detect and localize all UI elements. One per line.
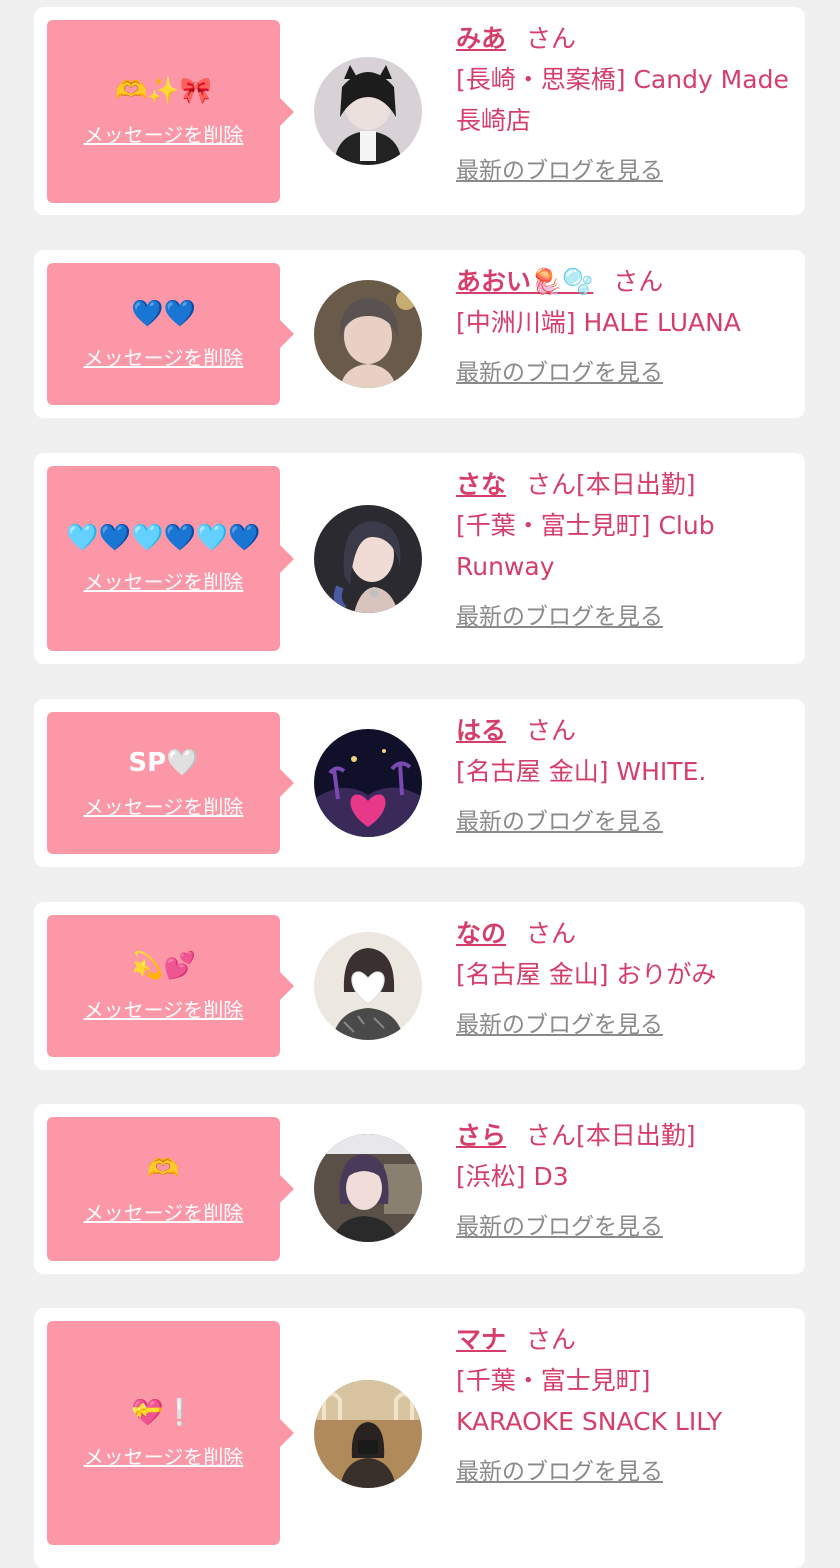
message-bubble: 💙💙 メッセージを削除	[47, 263, 294, 405]
delete-message-button[interactable]: メッセージを削除	[84, 994, 244, 1023]
shop-name: [名古屋 金山] WHITE.	[456, 757, 707, 786]
delete-message-button[interactable]: メッセージを削除	[84, 342, 244, 371]
list-item: 💫💕 メッセージを削除 なの さん [名古屋 金山] おりがみ 最新のブログを見る	[34, 902, 805, 1070]
cast-name-link[interactable]: マナ	[456, 1325, 506, 1354]
delete-message-button[interactable]: メッセージを削除	[84, 1441, 244, 1470]
cast-info: さな さん[本日出勤] [千葉・富士見町] Club Runway 最新のブログを…	[456, 465, 791, 631]
message-text: 🫶	[147, 1153, 180, 1184]
message-text: 🩵💙🩵💙🩵💙	[66, 523, 261, 553]
honorific: さん	[526, 1121, 577, 1150]
cast-info: あおい🪼🫧 さん [中洲川端] HALE LUANA 最新のブログを見る	[456, 262, 791, 387]
message-text: 🫶✨🎀	[114, 76, 213, 106]
status-badge: [本日出勤]	[576, 470, 696, 499]
cast-name-link[interactable]: さな	[456, 470, 506, 499]
honorific: さん	[526, 470, 577, 499]
delete-message-button[interactable]: メッセージを削除	[84, 119, 244, 148]
shop-name: [千葉・富士見町] KARAOKE SNACK LILY	[456, 1366, 723, 1436]
message-bubble: 🫶✨🎀 メッセージを削除	[47, 20, 294, 203]
latest-blog-link[interactable]: 最新のブログを見る	[456, 1005, 663, 1039]
list-item: 💝❕ メッセージを削除 マナ さん [千葉・富士見町] KARAOKE SNACK…	[34, 1308, 805, 1568]
message-bubble: SP🤍 メッセージを削除	[47, 712, 294, 854]
latest-blog-link[interactable]: 最新のブログを見る	[456, 353, 663, 387]
status-badge: [本日出勤]	[576, 1121, 696, 1150]
cast-info: なの さん [名古屋 金山] おりがみ 最新のブログを見る	[456, 914, 791, 1039]
delete-message-button[interactable]: メッセージを削除	[84, 566, 244, 595]
cast-info: みあ さん [長崎・思案橋] Candy Made 長崎店 最新のブログを見る	[456, 19, 791, 185]
cast-info: さら さん[本日出勤] [浜松] D3 最新のブログを見る	[456, 1116, 791, 1241]
latest-blog-link[interactable]: 最新のブログを見る	[456, 1452, 663, 1486]
list-item: 🫶✨🎀 メッセージを削除 みあ さん [長崎・思案橋] Candy Made 長崎…	[34, 7, 805, 215]
shop-name: [名古屋 金山] おりがみ	[456, 960, 717, 989]
honorific: さん	[526, 919, 577, 948]
message-text: 💝❕	[131, 1397, 196, 1428]
honorific: さん	[613, 267, 664, 296]
message-bubble: 💫💕 メッセージを削除	[47, 915, 294, 1057]
message-bubble: 🩵💙🩵💙🩵💙 メッセージを削除	[47, 466, 294, 651]
list-item: SP🤍 メッセージを削除 はる さん [名古屋 金山] WHITE. 最新のブログ…	[34, 699, 805, 867]
list-item: 🩵💙🩵💙🩵💙 メッセージを削除 さな さん[本日出勤] [千葉・富士見町] Clu…	[34, 453, 805, 664]
shop-name: [千葉・富士見町] Club Runway	[456, 511, 715, 581]
latest-blog-link[interactable]: 最新のブログを見る	[456, 151, 663, 185]
list-item: 💙💙 メッセージを削除 あおい🪼🫧 さん [中洲川端] HALE LUANA 最新…	[34, 250, 805, 418]
message-text: 💫💕	[131, 950, 196, 981]
latest-blog-link[interactable]: 最新のブログを見る	[456, 597, 663, 631]
delete-message-button[interactable]: メッセージを削除	[84, 791, 244, 820]
message-text: SP🤍	[128, 747, 199, 778]
message-bubble: 💝❕ メッセージを削除	[47, 1321, 294, 1545]
avatar[interactable]	[314, 1380, 422, 1488]
cast-info: マナ さん [千葉・富士見町] KARAOKE SNACK LILY 最新のブログ…	[456, 1320, 791, 1486]
avatar[interactable]	[314, 280, 422, 388]
honorific: さん	[526, 24, 577, 53]
cast-name-link[interactable]: あおい🪼🫧	[456, 267, 593, 296]
shop-name: [浜松] D3	[456, 1162, 569, 1191]
cast-name-link[interactable]: なの	[456, 919, 506, 948]
message-text: 💙💙	[131, 298, 196, 329]
honorific: さん	[526, 1325, 577, 1354]
avatar[interactable]	[314, 932, 422, 1040]
latest-blog-link[interactable]: 最新のブログを見る	[456, 1207, 663, 1241]
avatar[interactable]	[314, 1134, 422, 1242]
delete-message-button[interactable]: メッセージを削除	[84, 1197, 244, 1226]
message-bubble: 🫶 メッセージを削除	[47, 1117, 294, 1261]
avatar[interactable]	[314, 505, 422, 613]
avatar[interactable]	[314, 729, 422, 837]
latest-blog-link[interactable]: 最新のブログを見る	[456, 802, 663, 836]
cast-name-link[interactable]: みあ	[456, 24, 506, 53]
cast-name-link[interactable]: さら	[456, 1121, 506, 1150]
honorific: さん	[526, 716, 577, 745]
shop-name: [長崎・思案橋] Candy Made 長崎店	[456, 65, 789, 135]
shop-name: [中洲川端] HALE LUANA	[456, 308, 741, 337]
cast-info: はる さん [名古屋 金山] WHITE. 最新のブログを見る	[456, 711, 791, 836]
list-item: 🫶 メッセージを削除 さら さん[本日出勤] [浜松] D3 最新のブログを見る	[34, 1104, 805, 1274]
avatar[interactable]	[314, 57, 422, 165]
cast-name-link[interactable]: はる	[456, 716, 506, 745]
